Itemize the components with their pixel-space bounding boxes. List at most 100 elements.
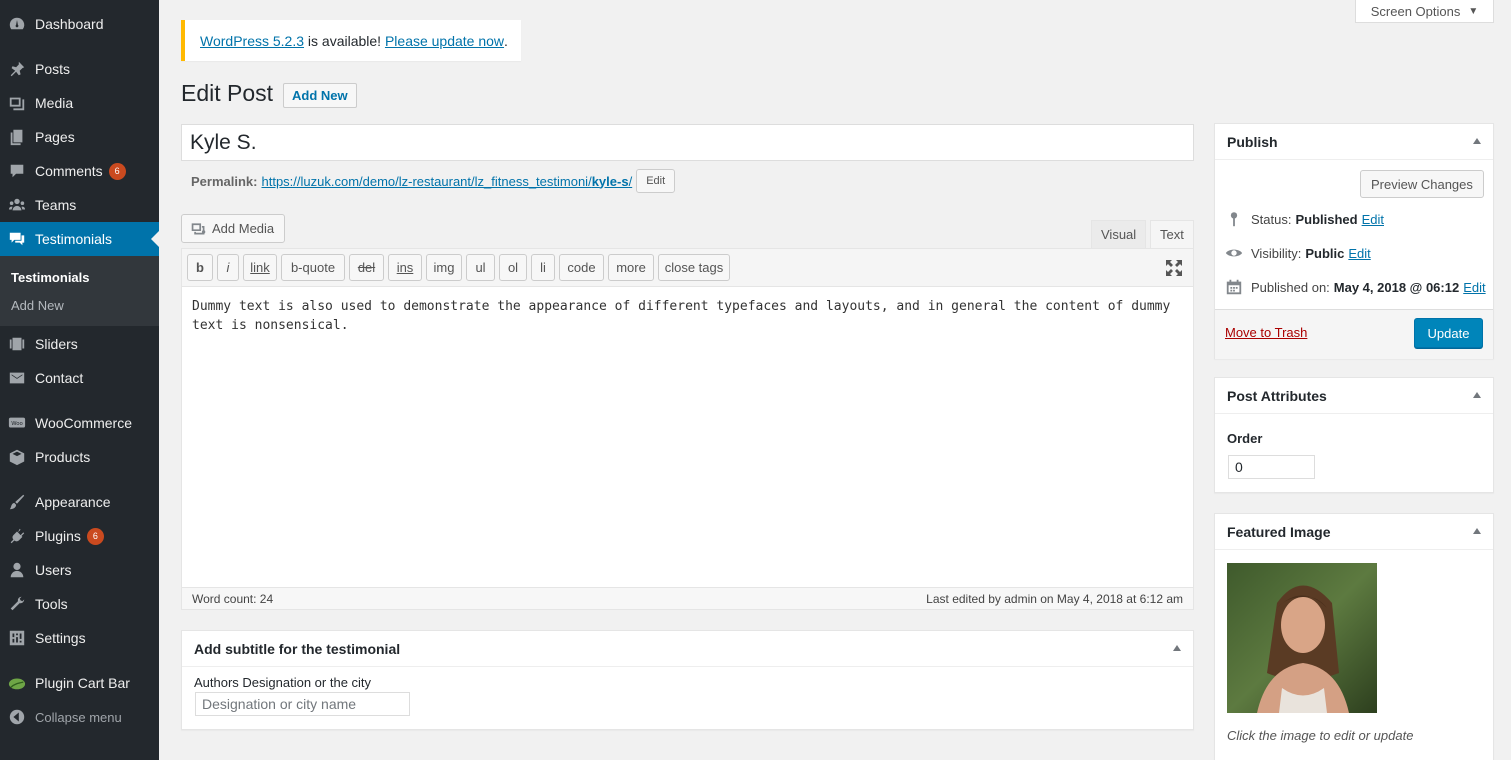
add-media-label: Add Media [212, 221, 275, 236]
featured-image-caption: Click the image to edit or update [1227, 728, 1414, 743]
sidebar-item-woocommerce[interactable]: Woo WooCommerce [0, 406, 159, 440]
submenu-item-testimonials[interactable]: Testimonials [11, 270, 90, 285]
last-edited: Last edited by admin on May 4, 2018 at 6… [926, 592, 1183, 606]
sidebar-item-contact[interactable]: Contact [0, 361, 159, 395]
post-attributes-header[interactable]: Post Attributes [1215, 378, 1493, 414]
quicktags-toolbar: b i link b-quote del ins img ul ol li co… [182, 249, 1193, 287]
sidebar-item-users[interactable]: Users [0, 553, 159, 587]
sidebar-item-comments[interactable]: Comments 6 [0, 154, 159, 188]
fullscreen-icon[interactable] [1165, 259, 1183, 277]
settings-icon [7, 628, 27, 648]
visibility-value: Public [1305, 245, 1345, 261]
subtitle-metabox-header[interactable]: Add subtitle for the testimonial [182, 631, 1193, 667]
brush-icon [7, 492, 27, 512]
toggle-arrow-icon[interactable] [1173, 645, 1181, 651]
add-new-button[interactable]: Add New [283, 83, 357, 108]
visibility-label: Visibility: [1251, 245, 1302, 261]
update-now-link[interactable]: Please update now [385, 33, 504, 49]
edit-status-link[interactable]: Edit [1362, 212, 1384, 227]
sidebar-item-dashboard[interactable]: Dashboard [0, 7, 159, 41]
testimonial-icon [7, 229, 27, 249]
edit-visibility-link[interactable]: Edit [1348, 246, 1370, 261]
sidebar-item-plugins[interactable]: Plugins 6 [0, 519, 159, 553]
sidebar-item-products[interactable]: Products [0, 440, 159, 474]
plugin-icon [7, 526, 27, 546]
sidebar-item-settings[interactable]: Settings [0, 621, 159, 655]
quicktag-bold-button[interactable]: b [187, 254, 213, 281]
permalink-label: Permalink: [191, 173, 258, 189]
toggle-arrow-icon[interactable] [1473, 528, 1481, 534]
sidebar-item-sliders[interactable]: Sliders [0, 327, 159, 361]
quicktag-close-tags-button[interactable]: close tags [658, 254, 730, 281]
quicktag-more-button[interactable]: more [608, 254, 654, 281]
sidebar-item-label: Dashboard [35, 16, 104, 32]
editor-textarea[interactable]: Dummy text is also used to demonstrate t… [192, 297, 1182, 335]
slides-icon [7, 334, 27, 354]
screen-options-button[interactable]: Screen Options ▼ [1355, 0, 1494, 23]
dashboard-icon [7, 14, 27, 34]
quicktag-ul-button[interactable]: ul [466, 254, 495, 281]
subtitle-metabox-title: Add subtitle for the testimonial [194, 640, 401, 657]
notice-end: . [504, 32, 508, 49]
sidebar-item-testimonials[interactable]: Testimonials [0, 222, 159, 256]
edit-date-link[interactable]: Edit [1463, 280, 1485, 295]
sidebar-item-pages[interactable]: Pages [0, 120, 159, 154]
designation-label: Authors Designation or the city [194, 675, 372, 690]
sidebar-item-appearance[interactable]: Appearance [0, 485, 159, 519]
plugins-count-badge: 6 [86, 527, 104, 545]
pin-icon [1230, 212, 1238, 227]
featured-image-header[interactable]: Featured Image [1215, 514, 1493, 550]
update-button[interactable]: Update [1414, 318, 1483, 348]
edit-permalink-button[interactable]: Edit [636, 169, 676, 193]
tab-visual[interactable]: Visual [1091, 220, 1147, 248]
status-label: Status: [1251, 211, 1292, 227]
sidebar-item-tools[interactable]: Tools [0, 587, 159, 621]
collapse-arrow-icon [7, 707, 27, 727]
groups-icon [7, 195, 27, 215]
testimonials-submenu: Testimonials Add New [0, 256, 159, 326]
tab-text[interactable]: Text [1150, 220, 1194, 248]
quicktag-del-button[interactable]: del [349, 254, 384, 281]
submenu-item-add-new[interactable]: Add New [11, 298, 64, 313]
order-input[interactable]: 0 [1228, 455, 1315, 479]
quicktag-ol-button[interactable]: ol [499, 254, 527, 281]
quicktag-li-button[interactable]: li [531, 254, 555, 281]
visibility-row: Visibility: Public Edit [1225, 244, 1371, 262]
quicktag-bquote-button[interactable]: b-quote [281, 254, 345, 281]
quicktag-ins-button[interactable]: ins [388, 254, 422, 281]
post-attributes-metabox: Post Attributes Order 0 [1214, 377, 1494, 493]
publish-metabox-header[interactable]: Publish [1215, 124, 1493, 160]
eye-icon [1225, 249, 1243, 257]
toggle-arrow-icon[interactable] [1473, 392, 1481, 398]
sidebar-item-media[interactable]: Media [0, 86, 159, 120]
permalink-link[interactable]: https://luzuk.com/demo/lz-restaurant/lz_… [261, 174, 632, 189]
wordpress-version-link[interactable]: WordPress 5.2.3 [200, 33, 304, 49]
sidebar-item-posts[interactable]: Posts [0, 52, 159, 86]
sidebar-item-teams[interactable]: Teams [0, 188, 159, 222]
sidebar-item-plugin-cart-bar[interactable]: Plugin Cart Bar [0, 666, 159, 700]
move-to-trash-link[interactable]: Move to Trash [1225, 325, 1307, 340]
toggle-arrow-icon[interactable] [1473, 138, 1481, 144]
quicktag-link-button[interactable]: link [243, 254, 277, 281]
designation-input[interactable]: Designation or city name [195, 692, 410, 716]
add-media-button[interactable]: Add Media [181, 214, 286, 243]
quicktag-italic-button[interactable]: i [217, 254, 239, 281]
sidebar-item-label: Plugins [35, 528, 81, 544]
calendar-icon [1226, 279, 1242, 295]
post-title-input[interactable]: Kyle S. [181, 124, 1194, 161]
media-icon [7, 93, 27, 113]
media-icon [191, 223, 206, 235]
quicktag-img-button[interactable]: img [426, 254, 462, 281]
permalink-row: Permalink: https://luzuk.com/demo/lz-res… [191, 168, 676, 194]
quicktag-code-button[interactable]: code [559, 254, 604, 281]
collapse-menu-button[interactable]: Collapse menu [0, 700, 159, 734]
published-value: May 4, 2018 @ 06:12 [1333, 279, 1460, 295]
featured-image-thumbnail[interactable] [1227, 563, 1377, 713]
status-value: Published [1295, 211, 1358, 227]
editor-status-bar: Word count: 24 Last edited by admin on M… [182, 587, 1193, 609]
sidebar-item-label: Contact [35, 370, 84, 386]
preview-changes-button[interactable]: Preview Changes [1360, 170, 1484, 198]
featured-image-title: Featured Image [1227, 523, 1331, 540]
permalink-base: https://luzuk.com/demo/lz-restaurant/lz_… [261, 173, 592, 189]
pin-icon [7, 59, 27, 79]
